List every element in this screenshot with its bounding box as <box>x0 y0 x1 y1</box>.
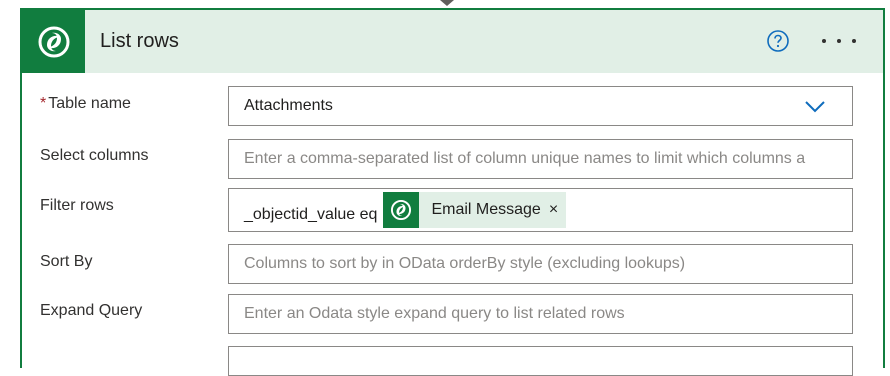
sort-by-input[interactable]: Columns to sort by in OData orderBy styl… <box>228 244 853 284</box>
card-header[interactable]: List rows <box>22 10 883 73</box>
select-columns-label: Select columns <box>40 147 149 164</box>
expand-query-placeholder: Enter an Odata style expand query to lis… <box>244 305 625 322</box>
dataverse-token-icon <box>383 192 420 228</box>
token-remove-icon[interactable]: × <box>549 201 566 219</box>
dynamic-content-token[interactable]: Email Message × <box>383 192 567 228</box>
filter-rows-label: Filter rows <box>40 197 114 214</box>
token-label: Email Message <box>431 201 541 218</box>
list-rows-action-card: List rows * Table name Attachments Select… <box>20 8 885 376</box>
help-circle-icon[interactable] <box>767 30 789 52</box>
card-title: List rows <box>100 30 179 52</box>
expand-query-label: Expand Query <box>40 302 143 319</box>
next-field-input[interactable] <box>228 346 853 376</box>
table-name-dropdown[interactable]: Attachments <box>228 86 853 126</box>
table-name-label-text: Table name <box>48 95 131 112</box>
table-name-value: Attachments <box>244 97 333 114</box>
expand-query-input[interactable]: Enter an Odata style expand query to lis… <box>228 294 853 334</box>
connector-arrow-icon <box>440 0 454 6</box>
select-columns-input[interactable]: Enter a comma-separated list of column u… <box>228 139 853 179</box>
dataverse-logo-icon <box>22 10 85 73</box>
filter-rows-expression: _objectid_value eq <box>244 206 378 223</box>
sort-by-placeholder: Columns to sort by in OData orderBy styl… <box>244 255 686 272</box>
chevron-down-icon[interactable] <box>804 97 826 115</box>
more-options-icon[interactable] <box>822 30 856 52</box>
table-name-label: * Table name <box>40 95 131 113</box>
required-mark: * <box>40 95 47 112</box>
filter-rows-input[interactable]: _objectid_value eq Email Message × <box>228 188 853 232</box>
sort-by-label: Sort By <box>40 253 93 270</box>
select-columns-placeholder: Enter a comma-separated list of column u… <box>244 150 806 167</box>
